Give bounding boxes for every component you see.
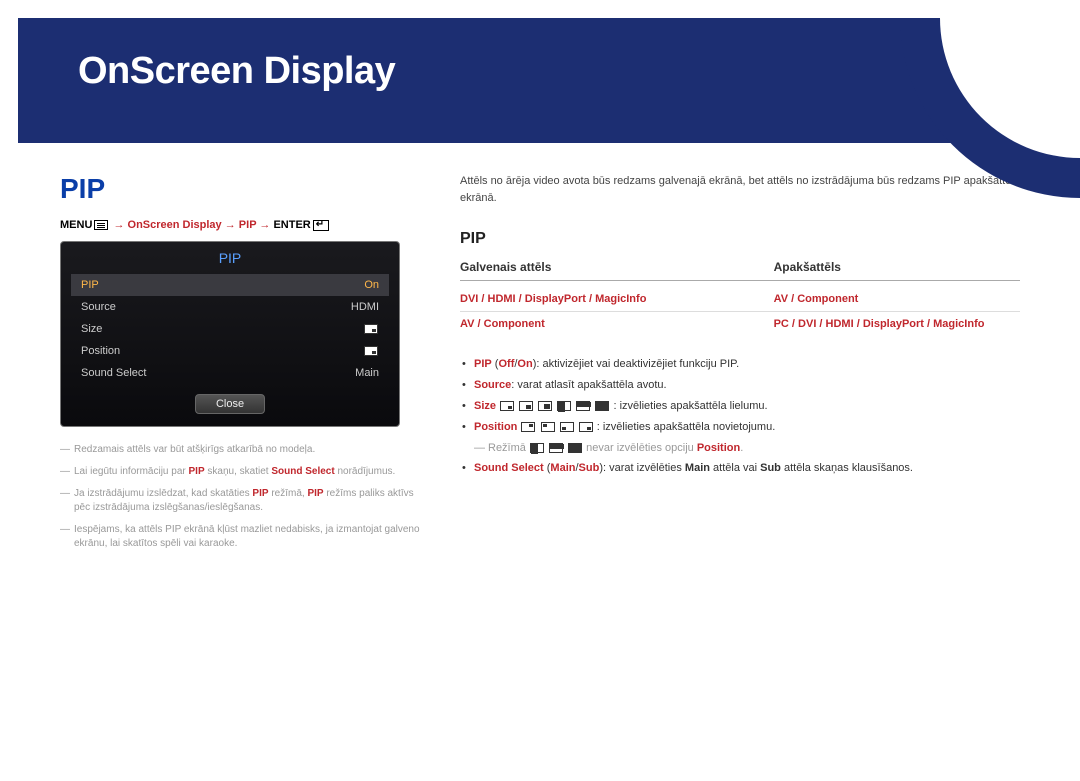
section-heading-pip: PIP xyxy=(60,173,420,205)
table-header-main: Galvenais attēls xyxy=(460,260,774,274)
osd-close-button[interactable]: Close xyxy=(195,394,265,414)
size-icon xyxy=(576,401,590,411)
position-icon xyxy=(541,422,555,432)
enter-icon xyxy=(313,220,329,231)
footnote: Redzamais attēls var būt atšķirīgs atkar… xyxy=(60,443,420,457)
bullet-size: Size : izvēlieties apakšattēla lielumu. xyxy=(460,396,1020,417)
breadcrumb-osd: OnScreen Display xyxy=(128,219,222,231)
footnote: Ja izstrādājumu izslēdzat, kad skatāties… xyxy=(60,487,420,515)
left-column: PIP MENU → OnScreen Display → PIP → ENTE… xyxy=(60,173,420,559)
osd-row-size: Size xyxy=(71,318,389,340)
osd-row-source: Source HDMI xyxy=(71,296,389,318)
menu-icon xyxy=(94,220,108,230)
osd-value: HDMI xyxy=(351,301,379,313)
size-icon xyxy=(500,401,514,411)
table-cell: AV / Component xyxy=(460,318,774,330)
osd-value xyxy=(363,345,379,357)
mode-icon xyxy=(530,443,544,453)
breadcrumb-arrow: → xyxy=(113,219,127,231)
osd-row-pip: PIP On xyxy=(71,274,389,296)
intro-paragraph: Attēls no ārēja video avota būs redzams … xyxy=(460,173,1020,206)
bullet-position: Position : izvēlieties apakšattēla novie… xyxy=(460,417,1020,438)
footnote: Lai iegūtu informāciju par PIP skaņu, sk… xyxy=(60,465,420,479)
table-cell: DVI / HDMI / DisplayPort / MagicInfo xyxy=(460,293,774,305)
breadcrumb-pip: PIP xyxy=(239,219,257,231)
size-icon-row xyxy=(499,400,613,412)
osd-value xyxy=(363,323,379,335)
table-cell: AV / Component xyxy=(774,293,1020,305)
bullet-pip: PIP (Off/On): aktivizējiet vai deaktiviz… xyxy=(460,354,1020,375)
position-icon-row xyxy=(520,421,596,433)
breadcrumb-enter: ENTER xyxy=(273,219,310,231)
osd-window-title: PIP xyxy=(71,250,389,266)
size-thumb-icon xyxy=(364,324,378,334)
table-cell: PC / DVI / HDMI / DisplayPort / MagicInf… xyxy=(774,318,1020,330)
osd-label: PIP xyxy=(81,279,99,291)
sub-heading-pip: PIP xyxy=(460,230,1020,248)
osd-row-position: Position xyxy=(71,340,389,362)
footnotes: Redzamais attēls var būt atšķirīgs atkar… xyxy=(60,443,420,551)
position-icon xyxy=(560,422,574,432)
content-area: PIP MENU → OnScreen Display → PIP → ENTE… xyxy=(0,143,1080,559)
size-icon xyxy=(595,401,609,411)
osd-row-sound: Sound Select Main xyxy=(71,362,389,384)
bullet-source: Source: varat atlasīt apakšattēla avotu. xyxy=(460,375,1020,396)
osd-label: Size xyxy=(81,323,102,335)
osd-label: Source xyxy=(81,301,116,313)
table-row: AV / Component PC / DVI / HDMI / Display… xyxy=(460,311,1020,336)
table-header-sub: Apakšattēls xyxy=(774,260,1020,274)
breadcrumb-arrow: → xyxy=(225,219,239,231)
breadcrumb-menu: MENU xyxy=(60,219,92,231)
bullet-sound: Sound Select (Main/Sub): varat izvēlētie… xyxy=(460,458,1020,479)
mode-icon xyxy=(549,443,563,453)
menu-breadcrumb: MENU → OnScreen Display → PIP → ENTER xyxy=(60,219,420,231)
position-icon xyxy=(579,422,593,432)
position-thumb-icon xyxy=(364,346,378,356)
bullet-list: PIP (Off/On): aktivizējiet vai deaktiviz… xyxy=(460,354,1020,479)
size-icon xyxy=(519,401,533,411)
size-icon xyxy=(538,401,552,411)
breadcrumb-arrow: → xyxy=(259,219,273,231)
osd-label: Position xyxy=(81,345,120,357)
bullet-position-sub: Režīmā nevar izvēlēties opciju Position. xyxy=(460,438,1020,459)
position-icon xyxy=(521,422,535,432)
corner-inner xyxy=(940,18,1080,158)
size-icon xyxy=(557,401,571,411)
osd-window: PIP PIP On Source HDMI Size Position Sou… xyxy=(60,241,400,427)
footnote: Iespējams, ka attēls PIP ekrānā kļūst ma… xyxy=(60,523,420,551)
osd-label: Sound Select xyxy=(81,367,146,379)
chapter-title: OnScreen Display xyxy=(78,50,1002,93)
osd-value: On xyxy=(364,279,379,291)
right-column: Attēls no ārēja video avota būs redzams … xyxy=(460,173,1020,559)
osd-value: Main xyxy=(355,367,379,379)
table-header: Galvenais attēls Apakšattēls xyxy=(460,260,1020,281)
table-row: DVI / HDMI / DisplayPort / MagicInfo AV … xyxy=(460,287,1020,311)
mode-icon xyxy=(568,443,582,453)
